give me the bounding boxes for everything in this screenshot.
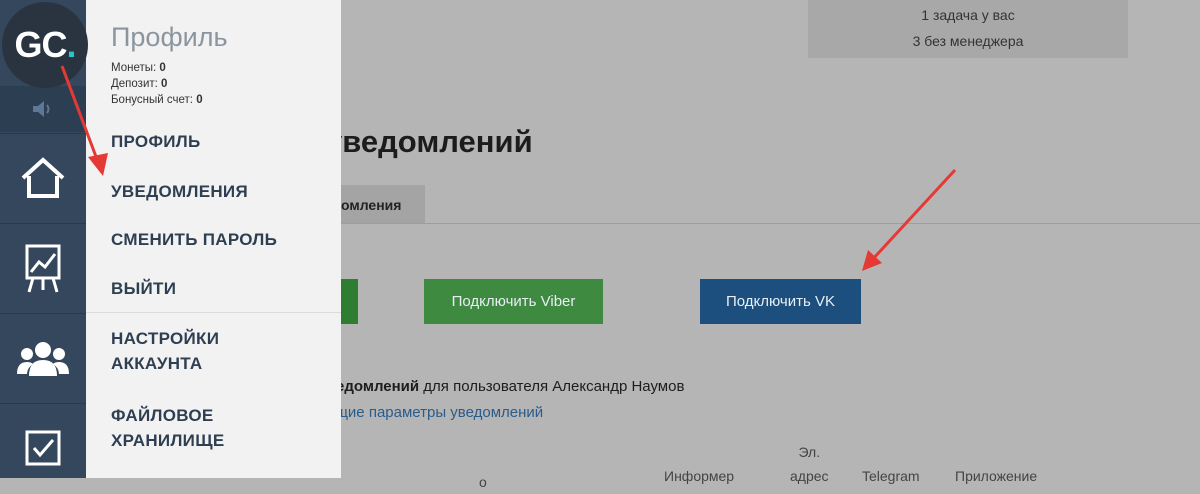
logo-dot: . bbox=[66, 24, 76, 65]
menu-title: Профиль bbox=[111, 22, 228, 52]
column-header-informer: Информер bbox=[664, 468, 735, 484]
logo[interactable]: GC. bbox=[2, 2, 88, 88]
tasks-summary[interactable]: 1 задача у вас 3 без менеджера bbox=[808, 0, 1128, 58]
logo-text: GC bbox=[14, 24, 67, 65]
home-icon[interactable] bbox=[0, 133, 86, 222]
connect-viber-button[interactable]: Подключить Viber bbox=[424, 279, 603, 324]
menu-item-file-storage[interactable]: ФАЙЛОВОЕ ХРАНИЛИЩЕ bbox=[111, 403, 224, 453]
menu-item-file-storage-line2: ХРАНИЛИЩЕ bbox=[111, 431, 225, 450]
checkbox-icon[interactable] bbox=[0, 403, 86, 492]
column-header-telegram: Telegram bbox=[862, 468, 920, 484]
menu-divider bbox=[86, 312, 341, 313]
account-balances: Монеты: 0 Депозит: 0 Бонусный счет: 0 bbox=[111, 60, 203, 108]
column-header-email-line2: адрес bbox=[790, 468, 829, 484]
profile-menu: Профиль Монеты: 0 Депозит: 0 Бонусный сч… bbox=[86, 0, 341, 478]
menu-item-change-password[interactable]: СМЕНИТЬ ПАРОЛЬ bbox=[111, 227, 277, 252]
page-title: уведомлений bbox=[325, 124, 533, 159]
column-header-email: Эл. адрес bbox=[790, 440, 829, 488]
general-settings-link[interactable]: бщие параметры уведомлений bbox=[327, 404, 543, 421]
users-icon[interactable] bbox=[0, 313, 86, 402]
menu-item-logout[interactable]: ВЫЙТИ bbox=[111, 276, 176, 301]
tasks-mine: 1 задача у вас bbox=[921, 7, 1015, 23]
menu-item-account-settings-line1: НАСТРОЙКИ bbox=[111, 329, 220, 348]
menu-item-notifications[interactable]: УВЕДОМЛЕНИЯ bbox=[111, 179, 248, 204]
menu-item-profile[interactable]: ПРОФИЛЬ bbox=[111, 129, 201, 154]
tab-underline bbox=[341, 223, 1200, 224]
column-header-email-line1: Эл. bbox=[798, 444, 821, 460]
bonus-stat: Бонусный счет: 0 bbox=[111, 94, 203, 106]
info-user: для пользователя Александр Наумов bbox=[419, 378, 685, 395]
menu-item-account-settings[interactable]: НАСТРОЙКИ АККАУНТА bbox=[111, 326, 219, 376]
notifications-info: ведомлений для пользователя Александр На… bbox=[327, 378, 684, 395]
arrow-to-vk-button bbox=[862, 168, 957, 271]
column-header-o: о bbox=[479, 474, 487, 490]
coins-stat: Монеты: 0 bbox=[111, 62, 166, 74]
deposit-stat: Депозит: 0 bbox=[111, 78, 168, 90]
menu-item-account-settings-line2: АККАУНТА bbox=[111, 354, 203, 373]
column-header-app: Приложение bbox=[955, 468, 1038, 484]
connect-vk-button[interactable]: Подключить VK bbox=[700, 279, 861, 324]
chart-icon[interactable] bbox=[0, 223, 86, 312]
tasks-no-manager: 3 без менеджера bbox=[912, 33, 1024, 49]
menu-item-file-storage-line1: ФАЙЛОВОЕ bbox=[111, 406, 214, 425]
speaker-icon[interactable] bbox=[0, 86, 86, 132]
